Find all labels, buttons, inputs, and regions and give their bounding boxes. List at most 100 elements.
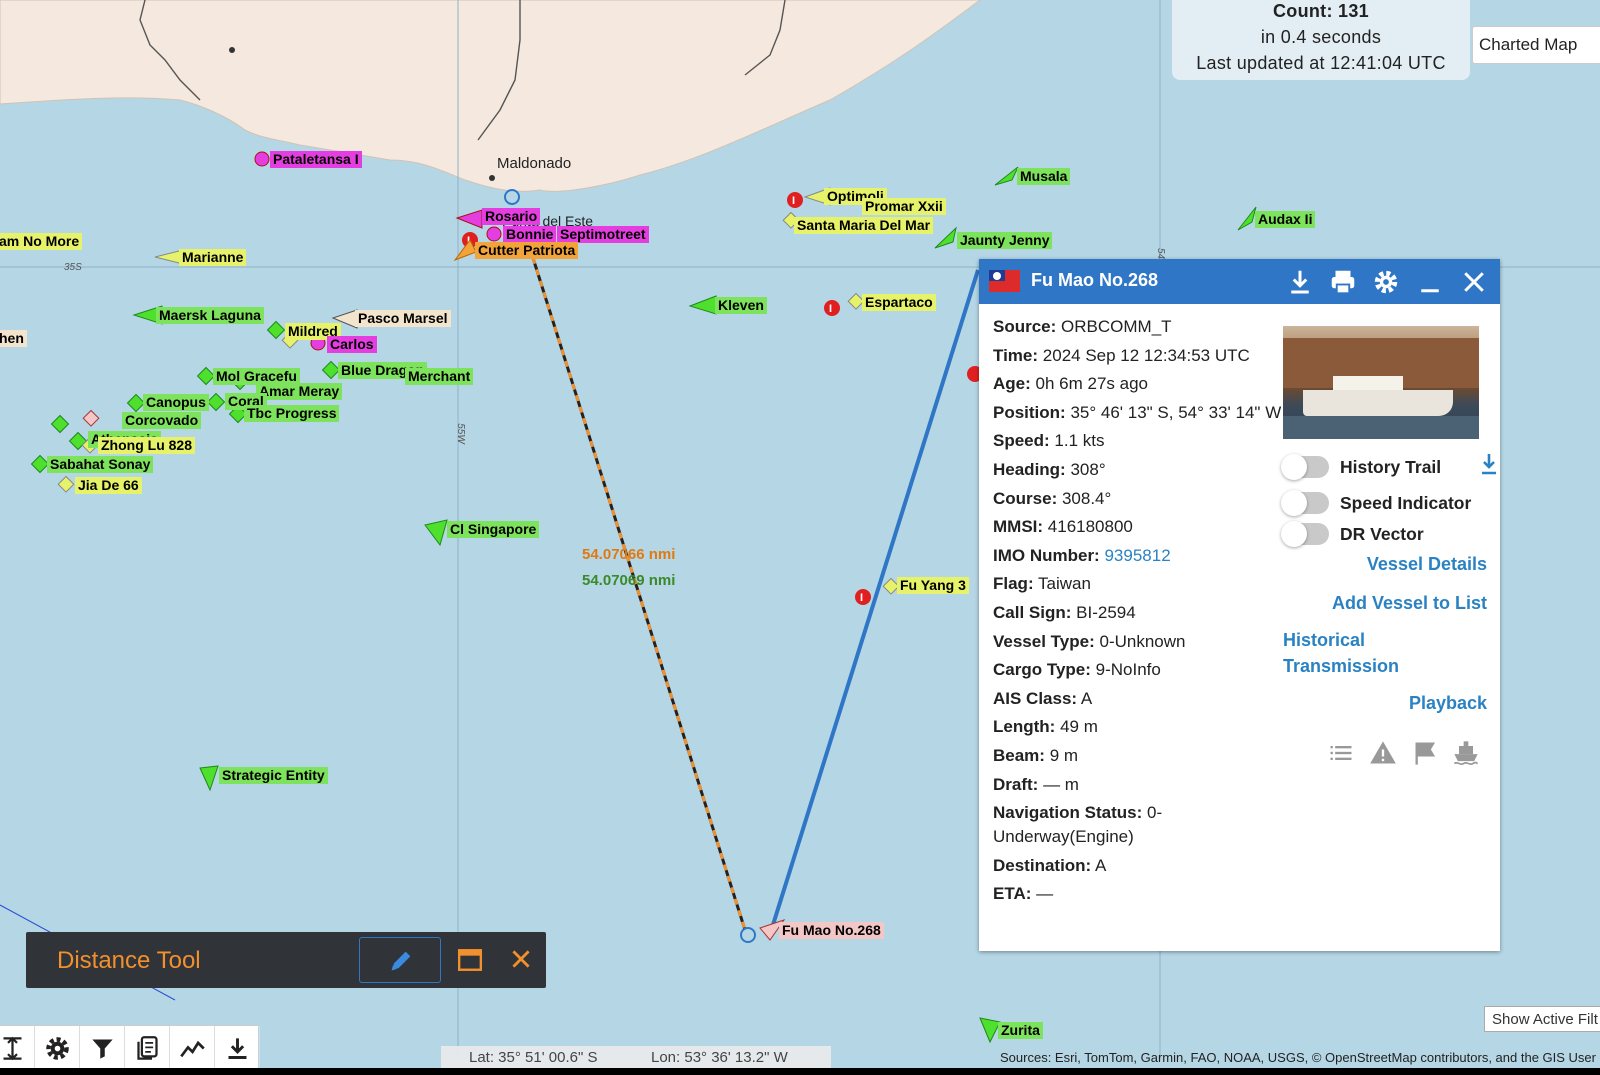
vessel-label[interactable]: Carlos xyxy=(327,336,377,353)
warning-icon[interactable] xyxy=(1369,739,1397,767)
vessel-label[interactable]: Marianne xyxy=(179,249,247,266)
vessel-label[interactable]: Kleven xyxy=(715,297,767,314)
vessel-label[interactable]: Jia De 66 xyxy=(75,477,142,494)
vessel-label[interactable]: Audax Ii xyxy=(1255,211,1316,228)
detail-value: Taiwan xyxy=(1038,574,1091,594)
vessel-label[interactable]: am No More xyxy=(0,233,83,250)
vessel-label[interactable]: Pataletansa I xyxy=(270,151,362,168)
ship-icon[interactable] xyxy=(1452,739,1480,767)
vessel-label[interactable]: Sabahat Sonay xyxy=(47,456,154,473)
vessel-label[interactable]: Fu Yang 3 xyxy=(897,577,969,594)
detail-row: Navigation Status: 0-Underway(Engine) xyxy=(993,801,1283,849)
chart-button[interactable] xyxy=(170,1026,215,1071)
vessel-label[interactable]: Merchant xyxy=(405,368,474,385)
grid-label-55w: 55W xyxy=(454,423,466,444)
minimize-icon[interactable] xyxy=(1415,267,1445,297)
vessel-label[interactable]: Espartaco xyxy=(862,294,936,311)
vessel-details-link[interactable]: Vessel Details xyxy=(1367,551,1487,577)
vessel-label-fu-mao[interactable]: Fu Mao No.268 xyxy=(779,922,884,939)
layers-icon xyxy=(137,1036,158,1060)
print-icon[interactable] xyxy=(1328,267,1358,297)
layers-button[interactable] xyxy=(125,1026,170,1071)
vessel-label[interactable]: Amar Meray xyxy=(256,383,343,400)
vessel-label[interactable]: Promar Xxii xyxy=(862,198,946,215)
longitude-readout: Lon: 53° 36' 13.2" W xyxy=(651,1049,788,1066)
detail-value: 2024 Sep 12 12:34:53 UTC xyxy=(1042,345,1250,365)
vessel-label[interactable]: Zurita xyxy=(998,1022,1043,1039)
download-icon[interactable] xyxy=(1479,452,1501,480)
vessel-label[interactable]: Bonnie xyxy=(503,226,557,243)
vessel-label[interactable]: Strategic Entity xyxy=(219,767,328,784)
close-icon[interactable] xyxy=(508,946,534,972)
place-label-maldonado: Maldonado xyxy=(497,155,572,172)
add-vessel-to-list-link[interactable]: Add Vessel to List xyxy=(1332,590,1487,616)
filter-button[interactable] xyxy=(80,1026,125,1071)
detail-row: AIS Class: A xyxy=(993,687,1283,711)
detail-row: Draft: — m xyxy=(993,773,1283,797)
bottom-toolbar xyxy=(0,1025,260,1071)
vessel-label[interactable]: Jaunty Jenny xyxy=(957,232,1053,249)
cursor-coordinates: Lat: 35° 51' 00.6" S Lon: 53° 36' 13.2" … xyxy=(441,1046,831,1070)
detail-label: AIS Class: xyxy=(993,688,1078,708)
detail-label: Length: xyxy=(993,717,1056,737)
download-icon[interactable] xyxy=(1285,267,1315,297)
detail-value[interactable]: 9395812 xyxy=(1104,546,1170,565)
detail-label: Vessel Type: xyxy=(993,631,1095,651)
vessel-label[interactable]: Tbc Progress xyxy=(244,405,340,422)
vessel-label[interactable]: Musala xyxy=(1017,168,1071,185)
speed-indicator-label: Speed Indicator xyxy=(1340,493,1472,513)
vessel-label[interactable]: Canopus xyxy=(143,394,209,411)
detail-label: Destination: xyxy=(993,855,1092,875)
detail-value: ORBCOMM_T xyxy=(1061,317,1172,336)
gear-icon xyxy=(46,1037,69,1060)
detail-value: 49 m xyxy=(1060,717,1098,737)
vessel-details: Source: ORBCOMM_T Time: 2024 Sep 12 12:34… xyxy=(993,315,1283,911)
close-icon[interactable] xyxy=(1459,267,1489,297)
map-attribution: Sources: Esri, TomTom, Garmin, FAO, NOAA… xyxy=(1000,1050,1600,1065)
vessel-label[interactable]: Zhong Lu 828 xyxy=(98,437,195,454)
vessel-label[interactable]: Cl Singapore xyxy=(447,521,540,538)
show-active-filters-button[interactable]: Show Active Filt xyxy=(1484,1006,1600,1032)
playback-link[interactable]: Playback xyxy=(1409,690,1487,716)
vessel-photo[interactable] xyxy=(1283,326,1479,439)
detail-label: Heading: xyxy=(993,459,1066,479)
flag-icon[interactable] xyxy=(1412,739,1440,767)
grid-label-54: 54 xyxy=(1155,247,1167,260)
basemap-select[interactable]: Charted Map xyxy=(1472,26,1600,64)
vessel-label[interactable]: Pasco Marsel xyxy=(355,310,451,327)
detail-label: Time: xyxy=(993,345,1039,365)
history-trail-toggle[interactable] xyxy=(1281,454,1329,480)
settings-button[interactable] xyxy=(35,1026,80,1071)
pencil-icon[interactable] xyxy=(359,937,441,983)
detail-row: Heading: 308° xyxy=(993,458,1283,482)
detail-label: Flag: xyxy=(993,574,1034,594)
download-button[interactable] xyxy=(215,1026,260,1071)
distance-tool-title: Distance Tool xyxy=(57,947,201,974)
detail-row: Speed: 1.1 kts xyxy=(993,429,1283,453)
detail-value: — m xyxy=(1043,774,1079,794)
vessel-label[interactable]: Septimotreet xyxy=(557,226,649,243)
list-icon[interactable] xyxy=(1327,739,1355,767)
vessel-label[interactable]: Rosario xyxy=(482,208,541,225)
gear-icon[interactable] xyxy=(1371,267,1401,297)
speed-indicator-toggle[interactable] xyxy=(1281,490,1329,516)
detail-label: Call Sign: xyxy=(993,602,1072,622)
detail-row: Vessel Type: 0-Unknown xyxy=(993,630,1283,654)
historical-transmission-link[interactable]: Historical Transmission xyxy=(1283,627,1423,679)
dr-vector-label: DR Vector xyxy=(1340,524,1424,544)
vessel-label[interactable]: Maersk Laguna xyxy=(156,307,264,324)
detail-label: Cargo Type: xyxy=(993,660,1091,680)
detail-row: Time: 2024 Sep 12 12:34:53 UTC xyxy=(993,344,1283,368)
vessel-label[interactable]: hen xyxy=(0,330,27,347)
maximize-icon[interactable] xyxy=(456,947,484,973)
dr-vector-toggle[interactable] xyxy=(1281,521,1329,547)
vessel-label[interactable]: Santa Maria Del Mar xyxy=(794,217,934,234)
vessel-panel: Fu Mao No.268 Source: ORBCOMM_T Time: 202… xyxy=(979,259,1500,951)
vessel-label[interactable]: Corcovado xyxy=(122,412,202,429)
detail-value: A xyxy=(1095,855,1107,875)
detail-row: Length: 49 m xyxy=(993,715,1283,739)
detail-value: 308.4° xyxy=(1061,488,1112,508)
detail-label: IMO Number: xyxy=(993,545,1100,565)
vessel-label[interactable]: Cutter Patriota xyxy=(475,242,579,259)
expand-vertical-button[interactable] xyxy=(0,1026,35,1071)
